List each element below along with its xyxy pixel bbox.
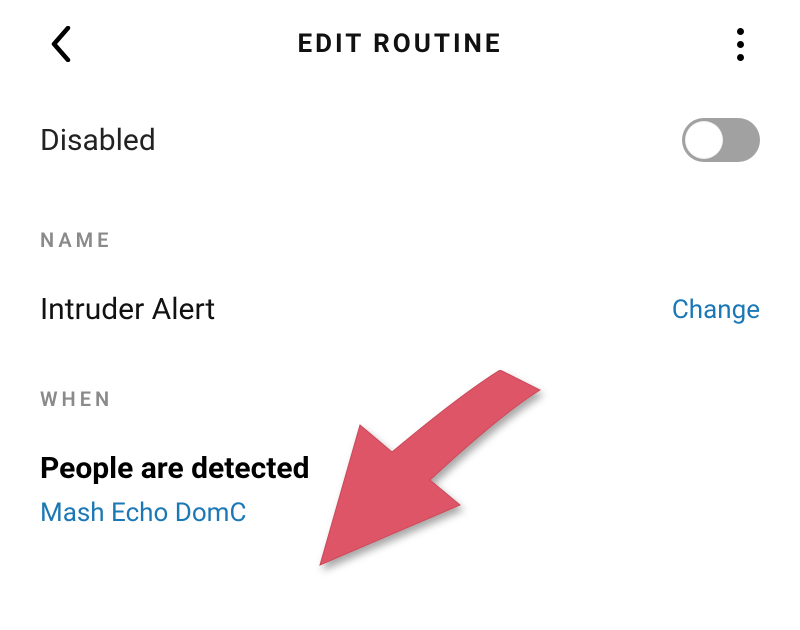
status-label: Disabled <box>40 123 156 158</box>
enable-toggle[interactable] <box>682 118 760 162</box>
status-row: Disabled <box>0 88 800 192</box>
trigger-device-link[interactable]: Mash Echo DomC <box>40 498 760 528</box>
toggle-knob <box>685 121 723 159</box>
back-button[interactable] <box>40 24 80 64</box>
trigger-text: People are detected <box>40 451 760 486</box>
section-label-when: WHEN <box>0 351 800 431</box>
page-title: EDIT ROUTINE <box>297 29 502 59</box>
routine-name: Intruder Alert <box>40 292 215 327</box>
header: EDIT ROUTINE <box>0 0 800 88</box>
section-label-name: NAME <box>0 192 800 272</box>
more-options-button[interactable] <box>720 24 760 64</box>
more-dots-icon <box>737 28 744 35</box>
change-name-link[interactable]: Change <box>672 295 760 325</box>
name-row: Intruder Alert Change <box>0 272 800 351</box>
chevron-left-icon <box>48 26 72 62</box>
when-block[interactable]: People are detected Mash Echo DomC <box>0 431 800 528</box>
